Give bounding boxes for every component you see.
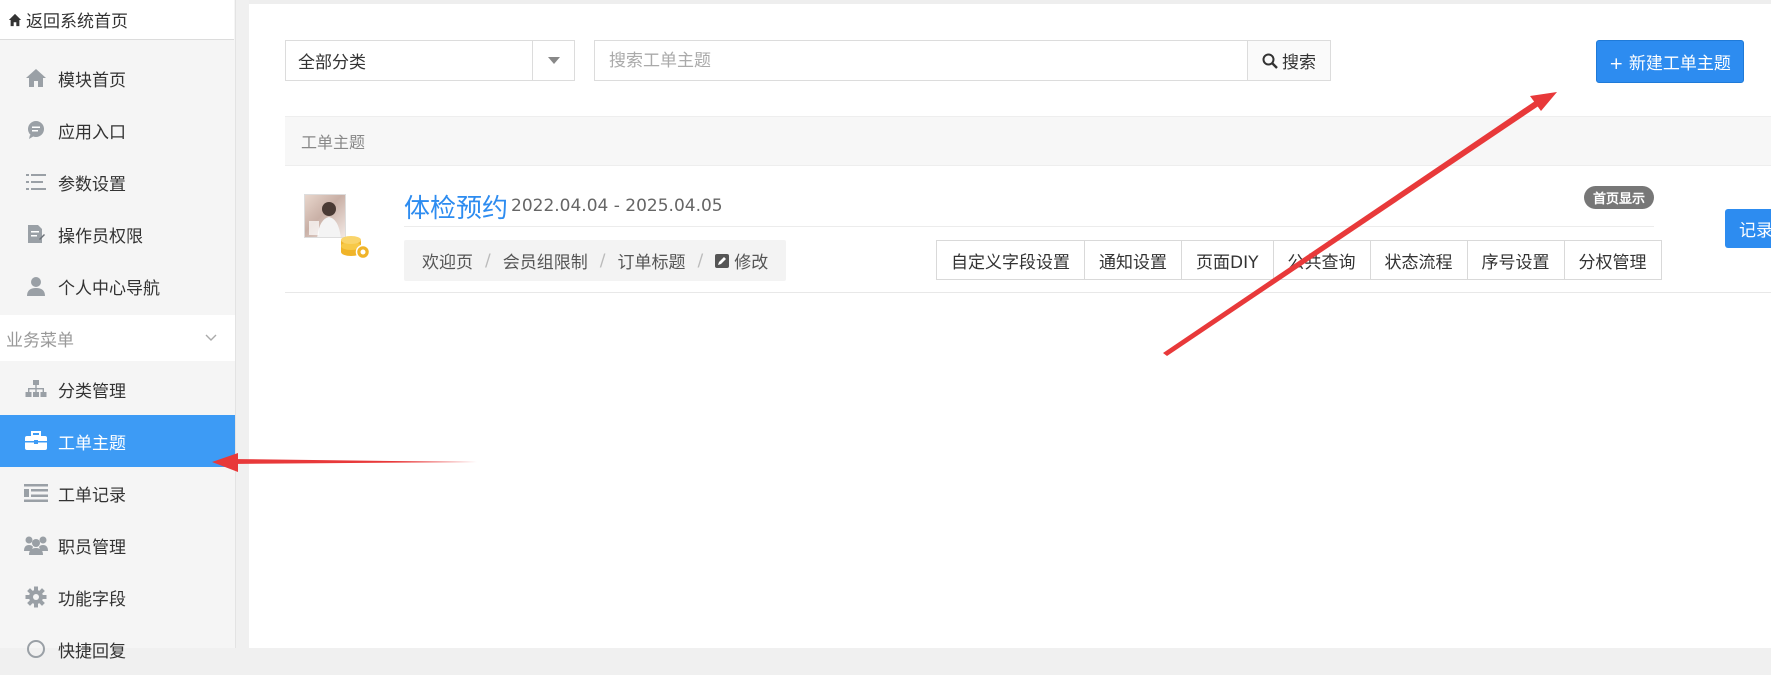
- business-nav: 分类管理 工单主题 工单记录 职员管理 功能字段 快捷回复: [0, 363, 235, 675]
- chevron-down-icon: [205, 334, 217, 341]
- edit-label: 修改: [734, 253, 769, 273]
- separator: /: [485, 250, 491, 271]
- item-divider: [404, 226, 1654, 227]
- sitemap-icon: [24, 377, 48, 401]
- sidebar-item-module-home[interactable]: 模块首页: [0, 52, 235, 104]
- main-content: 全部分类 搜索 + 新建工单主题 工单主题 体检预约 2022.04.04 - …: [249, 0, 1771, 648]
- sidebar-item-app-entry[interactable]: 应用入口: [0, 104, 235, 156]
- sidebar-item-category-management[interactable]: 分类管理: [0, 363, 235, 415]
- sidebar-item-function-fields[interactable]: 功能字段: [0, 571, 235, 623]
- user-icon: [24, 274, 48, 298]
- sidebar-item-label: 分类管理: [58, 381, 126, 402]
- topic-date-range: 2022.04.04 - 2025.04.05: [511, 196, 723, 216]
- sidebar-item-label: 快捷回复: [58, 641, 126, 662]
- gear-icon: [24, 585, 48, 609]
- separator: /: [697, 250, 704, 271]
- sidebar-item-label: 应用入口: [58, 122, 126, 143]
- records-button[interactable]: 记录: [1725, 209, 1771, 248]
- table-header: 工单主题: [285, 116, 1771, 166]
- sidebar-item-label: 模块首页: [58, 70, 126, 91]
- sidebar-item-quick-reply[interactable]: 快捷回复: [0, 623, 235, 675]
- users-icon: [24, 533, 48, 557]
- sidebar-item-params[interactable]: 参数设置: [0, 156, 235, 208]
- separator: /: [599, 250, 606, 271]
- sidebar-item-label: 操作员权限: [58, 226, 143, 247]
- search-button[interactable]: 搜索: [1247, 40, 1331, 81]
- topic-links: 欢迎页 / 会员组限制 / 订单标题 / 修改: [404, 240, 787, 281]
- home-icon: [8, 13, 22, 26]
- new-ticket-topic-button[interactable]: + 新建工单主题: [1596, 40, 1744, 83]
- page-diy-button[interactable]: 页面DIY: [1182, 241, 1274, 279]
- topic-title-link[interactable]: 体检预约: [404, 188, 508, 225]
- table-header-label: 工单主题: [301, 133, 366, 152]
- public-query-button[interactable]: 公共查询: [1273, 241, 1371, 279]
- sidebar-item-label: 职员管理: [58, 537, 126, 558]
- category-select[interactable]: 全部分类: [285, 40, 575, 81]
- sidebar-item-label: 工单主题: [58, 433, 126, 454]
- sidebar-item-ticket-records[interactable]: 工单记录: [0, 467, 235, 519]
- notification-settings-button[interactable]: 通知设置: [1085, 241, 1182, 279]
- search-icon: [1262, 53, 1278, 69]
- search-button-label: 搜索: [1282, 53, 1316, 73]
- permission-management-button[interactable]: 分权管理: [1564, 241, 1661, 279]
- top-nav: 模块首页 应用入口 参数设置 操作员权限 个人中心导航: [0, 52, 235, 312]
- serial-number-settings-button[interactable]: 序号设置: [1467, 241, 1565, 279]
- home-display-badge: 首页显示: [1584, 186, 1655, 209]
- business-menu-group[interactable]: 业务菜单: [0, 315, 235, 361]
- briefcase-icon: [24, 429, 48, 453]
- edit-icon: [715, 253, 730, 268]
- topic-action-buttons: 自定义字段设置 通知设置 页面DIY 公共查询 状态流程 序号设置 分权管理: [936, 240, 1662, 280]
- order-title-link[interactable]: 订单标题: [617, 248, 685, 273]
- sidebar-item-label: 功能字段: [58, 589, 126, 610]
- back-home-link[interactable]: 返回系统首页: [0, 0, 234, 40]
- row-divider: [285, 292, 1771, 293]
- caret-down-icon[interactable]: [532, 41, 574, 80]
- sidebar-item-label: 工单记录: [58, 485, 126, 506]
- reply-icon: [24, 637, 48, 661]
- sidebar-item-personal-center[interactable]: 个人中心导航: [0, 260, 235, 312]
- sidebar-item-label: 个人中心导航: [58, 278, 160, 299]
- sidebar-item-operator-permissions[interactable]: 操作员权限: [0, 208, 235, 260]
- welcome-page-link[interactable]: 欢迎页: [422, 248, 473, 273]
- search-input[interactable]: [594, 40, 1248, 81]
- home-icon: [24, 66, 48, 90]
- document-edit-icon: [24, 222, 48, 246]
- custom-fields-settings-button[interactable]: 自定义字段设置: [937, 241, 1085, 279]
- chat-icon: [24, 118, 48, 142]
- sidebar-item-staff-management[interactable]: 职员管理: [0, 519, 235, 571]
- group-title: 业务菜单: [6, 330, 74, 351]
- sidebar-item-ticket-topics[interactable]: 工单主题: [0, 415, 235, 467]
- list-icon: [24, 481, 48, 505]
- edit-link[interactable]: 修改: [715, 248, 768, 273]
- list-settings-icon: [24, 170, 48, 194]
- category-select-value: 全部分类: [298, 53, 366, 73]
- sidebar-item-label: 参数设置: [58, 174, 126, 195]
- status-flow-button[interactable]: 状态流程: [1370, 241, 1468, 279]
- member-group-limit-link[interactable]: 会员组限制: [503, 248, 588, 273]
- back-home-label: 返回系统首页: [26, 12, 128, 32]
- coins-icon: [341, 236, 371, 260]
- sidebar: 返回系统首页 模块首页 应用入口 参数设置 操作员权限 个人中心导航 业务菜单 …: [0, 0, 236, 662]
